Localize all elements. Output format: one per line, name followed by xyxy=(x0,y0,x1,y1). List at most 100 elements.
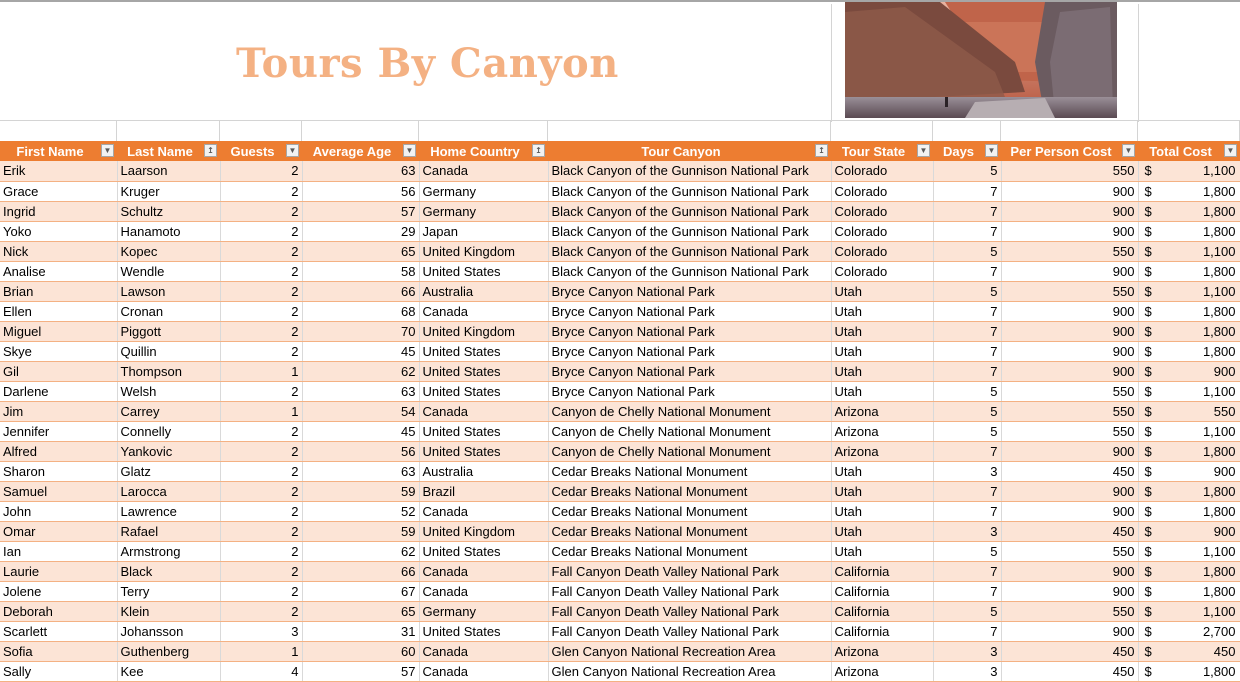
cell-days[interactable]: 7 xyxy=(933,221,1002,242)
cell-last-name[interactable]: Black xyxy=(117,561,221,582)
cell-home-country[interactable]: Canada xyxy=(419,661,549,682)
cell-per-person-cost[interactable]: 550 xyxy=(1001,421,1139,442)
cell-total-cost[interactable]: $1,100 xyxy=(1138,601,1240,622)
cell-days[interactable]: 7 xyxy=(933,181,1002,202)
cell-tour-canyon[interactable]: Bryce Canyon National Park xyxy=(548,301,832,322)
cell-days[interactable]: 5 xyxy=(933,241,1002,262)
cell-per-person-cost[interactable]: 900 xyxy=(1001,481,1139,502)
cell-home-country[interactable]: United States xyxy=(419,341,549,362)
cell-last-name[interactable]: Thompson xyxy=(117,361,221,382)
cell-tour-state[interactable]: Utah xyxy=(831,521,934,542)
cell-average-age[interactable]: 66 xyxy=(302,561,420,582)
cell-days[interactable]: 3 xyxy=(933,661,1002,682)
cell-days[interactable]: 3 xyxy=(933,461,1002,482)
cell-average-age[interactable]: 57 xyxy=(302,661,420,682)
cell-first-name[interactable]: Sally xyxy=(0,661,118,682)
cell-last-name[interactable]: Glatz xyxy=(117,461,221,482)
cell-tour-canyon[interactable]: Canyon de Chelly National Monument xyxy=(548,441,832,462)
cell-tour-canyon[interactable]: Bryce Canyon National Park xyxy=(548,321,832,342)
cell-per-person-cost[interactable]: 550 xyxy=(1001,541,1139,562)
cell-days[interactable]: 7 xyxy=(933,581,1002,602)
cell-guests[interactable]: 4 xyxy=(220,661,303,682)
cell-total-cost[interactable]: $1,800 xyxy=(1138,301,1240,322)
cell-guests[interactable]: 2 xyxy=(220,201,303,222)
cell-average-age[interactable]: 68 xyxy=(302,301,420,322)
grid-cell[interactable] xyxy=(831,121,933,142)
cell-total-cost[interactable]: $1,100 xyxy=(1138,281,1240,302)
cell-first-name[interactable]: Scarlett xyxy=(0,621,118,642)
cell-home-country[interactable]: United Kingdom xyxy=(419,241,549,262)
cell-tour-state[interactable]: Utah xyxy=(831,301,934,322)
cell-total-cost[interactable]: $1,100 xyxy=(1138,421,1240,442)
cell-tour-state[interactable]: Colorado xyxy=(831,201,934,222)
column-header-average-age[interactable]: Average Age ▼ xyxy=(302,141,419,161)
cell-total-cost[interactable]: $2,700 xyxy=(1138,621,1240,642)
cell-tour-state[interactable]: Utah xyxy=(831,281,934,302)
cell-home-country[interactable]: United Kingdom xyxy=(419,321,549,342)
cell-per-person-cost[interactable]: 550 xyxy=(1001,381,1139,402)
cell-last-name[interactable]: Wendle xyxy=(117,261,221,282)
filter-dropdown-icon[interactable]: ▼ xyxy=(101,144,114,157)
column-header-per-person-cost[interactable]: Per Person Cost ▼ xyxy=(1001,141,1138,161)
cell-guests[interactable]: 1 xyxy=(220,641,303,662)
cell-days[interactable]: 7 xyxy=(933,341,1002,362)
cell-per-person-cost[interactable]: 550 xyxy=(1001,281,1139,302)
cell-total-cost[interactable]: $450 xyxy=(1138,641,1240,662)
cell-days[interactable]: 7 xyxy=(933,321,1002,342)
cell-per-person-cost[interactable]: 450 xyxy=(1001,641,1139,662)
grid-cell[interactable] xyxy=(117,121,220,142)
column-header-tour-canyon[interactable]: Tour Canyon ↥ xyxy=(548,141,831,161)
cell-guests[interactable]: 2 xyxy=(220,261,303,282)
cell-total-cost[interactable]: $900 xyxy=(1138,361,1240,382)
cell-guests[interactable]: 1 xyxy=(220,361,303,382)
cell-tour-state[interactable]: Utah xyxy=(831,341,934,362)
cell-first-name[interactable]: Grace xyxy=(0,181,118,202)
cell-tour-canyon[interactable]: Canyon de Chelly National Monument xyxy=(548,401,832,422)
grid-cell[interactable] xyxy=(548,121,831,142)
cell-first-name[interactable]: Brian xyxy=(0,281,118,302)
cell-home-country[interactable]: United States xyxy=(419,261,549,282)
cell-days[interactable]: 5 xyxy=(933,381,1002,402)
cell-total-cost[interactable]: $1,800 xyxy=(1138,481,1240,502)
cell-home-country[interactable]: Brazil xyxy=(419,481,549,502)
cell-average-age[interactable]: 66 xyxy=(302,281,420,302)
cell-average-age[interactable]: 56 xyxy=(302,441,420,462)
cell-tour-canyon[interactable]: Bryce Canyon National Park xyxy=(548,361,832,382)
cell-tour-canyon[interactable]: Fall Canyon Death Valley National Park xyxy=(548,561,832,582)
cell-home-country[interactable]: Canada xyxy=(419,401,549,422)
cell-per-person-cost[interactable]: 900 xyxy=(1001,301,1139,322)
cell-total-cost[interactable]: $1,100 xyxy=(1138,161,1240,182)
cell-days[interactable]: 5 xyxy=(933,161,1002,182)
cell-guests[interactable]: 2 xyxy=(220,601,303,622)
cell-average-age[interactable]: 67 xyxy=(302,581,420,602)
cell-last-name[interactable]: Rafael xyxy=(117,521,221,542)
cell-per-person-cost[interactable]: 450 xyxy=(1001,461,1139,482)
cell-home-country[interactable]: Japan xyxy=(419,221,549,242)
cell-total-cost[interactable]: $1,800 xyxy=(1138,221,1240,242)
cell-days[interactable]: 3 xyxy=(933,521,1002,542)
cell-average-age[interactable]: 63 xyxy=(302,381,420,402)
grid-cell[interactable] xyxy=(302,121,419,142)
cell-tour-state[interactable]: Arizona xyxy=(831,401,934,422)
cell-home-country[interactable]: United States xyxy=(419,621,549,642)
cell-days[interactable]: 7 xyxy=(933,501,1002,522)
cell-home-country[interactable]: Canada xyxy=(419,161,549,182)
cell-total-cost[interactable]: $1,800 xyxy=(1138,201,1240,222)
cell-first-name[interactable]: Laurie xyxy=(0,561,118,582)
cell-last-name[interactable]: Yankovic xyxy=(117,441,221,462)
cell-per-person-cost[interactable]: 550 xyxy=(1001,401,1139,422)
cell-home-country[interactable]: Canada xyxy=(419,501,549,522)
cell-first-name[interactable]: Yoko xyxy=(0,221,118,242)
cell-average-age[interactable]: 63 xyxy=(302,461,420,482)
cell-average-age[interactable]: 60 xyxy=(302,641,420,662)
cell-tour-canyon[interactable]: Cedar Breaks National Monument xyxy=(548,481,832,502)
cell-last-name[interactable]: Welsh xyxy=(117,381,221,402)
filter-dropdown-icon[interactable]: ▼ xyxy=(403,144,416,157)
cell-average-age[interactable]: 54 xyxy=(302,401,420,422)
cell-home-country[interactable]: United Kingdom xyxy=(419,521,549,542)
cell-last-name[interactable]: Schultz xyxy=(117,201,221,222)
cell-home-country[interactable]: United States xyxy=(419,441,549,462)
filter-dropdown-icon[interactable]: ▼ xyxy=(917,144,930,157)
cell-days[interactable]: 5 xyxy=(933,421,1002,442)
cell-home-country[interactable]: Canada xyxy=(419,301,549,322)
